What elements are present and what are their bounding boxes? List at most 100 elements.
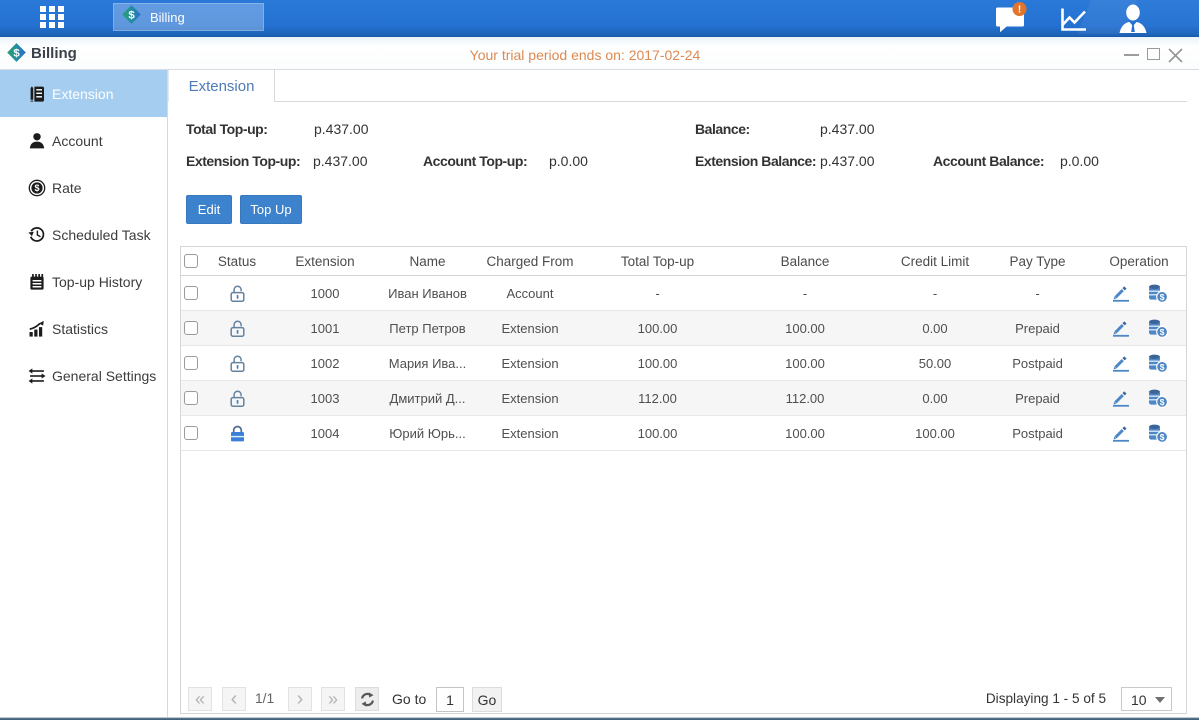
extension-topup-label: Extension Top-up: bbox=[186, 153, 300, 169]
billing-app-icon: $ bbox=[6, 42, 27, 68]
account-balance-value: p.0.00 bbox=[1060, 153, 1099, 169]
tab-extension[interactable]: Extension bbox=[168, 70, 275, 102]
edit-button[interactable]: Edit bbox=[186, 195, 232, 224]
user-account-icon[interactable] bbox=[1115, 0, 1151, 37]
window-titlebar: $ Billing Your trial period ends on: 201… bbox=[0, 37, 1199, 70]
row-checkbox[interactable] bbox=[184, 426, 198, 440]
general-settings-icon bbox=[28, 367, 46, 385]
sidebar-item-general-settings[interactable]: General Settings bbox=[0, 352, 167, 399]
extension-topup-value: p.437.00 bbox=[313, 153, 368, 169]
last-page-button[interactable]: » bbox=[321, 687, 345, 711]
dropdown-arrow-icon bbox=[1155, 697, 1165, 703]
cell-total-topup: - bbox=[585, 286, 730, 301]
taskbar-item-label: Billing bbox=[150, 10, 185, 25]
cell-checkbox bbox=[181, 286, 204, 300]
sidebar-item-account[interactable]: Account bbox=[0, 117, 167, 164]
prev-page-button[interactable]: ‹ bbox=[222, 687, 246, 711]
cell-charged-from: Extension bbox=[475, 356, 585, 371]
topup-row-icon[interactable]: $ bbox=[1147, 353, 1167, 373]
edit-row-icon[interactable] bbox=[1112, 283, 1132, 303]
col-charged-from[interactable]: Charged From bbox=[475, 254, 585, 269]
row-checkbox[interactable] bbox=[184, 321, 198, 335]
cell-extension: 1002 bbox=[270, 356, 380, 371]
edit-row-icon[interactable] bbox=[1112, 353, 1132, 373]
next-page-button[interactable]: › bbox=[288, 687, 312, 711]
status-unlocked-icon bbox=[229, 284, 246, 299]
close-button[interactable] bbox=[1165, 37, 1187, 70]
sidebar-item-topup-history[interactable]: Top-up History bbox=[0, 258, 167, 305]
paging-toolbar: « ‹ 1/1 › » Go to Go Displaying 1 - 5 of… bbox=[181, 683, 1186, 713]
cell-status bbox=[204, 319, 270, 338]
select-all-checkbox[interactable] bbox=[184, 254, 198, 268]
cell-name: Юрий Юрь... bbox=[380, 426, 475, 441]
go-button[interactable]: Go bbox=[472, 687, 502, 712]
sidebar-item-rate[interactable]: $ Rate bbox=[0, 164, 167, 211]
topup-history-icon bbox=[28, 273, 46, 291]
cell-pay-type: Postpaid bbox=[990, 356, 1085, 371]
cell-pay-type: - bbox=[990, 286, 1085, 301]
cell-status bbox=[204, 389, 270, 408]
topup-row-icon[interactable]: $ bbox=[1147, 318, 1167, 338]
resource-monitor-icon[interactable] bbox=[1056, 0, 1092, 37]
edit-row-icon[interactable] bbox=[1112, 318, 1132, 338]
minimize-button[interactable] bbox=[1113, 37, 1135, 70]
cell-balance: 100.00 bbox=[730, 426, 880, 441]
svg-text:$: $ bbox=[1159, 397, 1164, 407]
cell-balance: 112.00 bbox=[730, 391, 880, 406]
edit-row-icon[interactable] bbox=[1112, 388, 1132, 408]
sidebar-item-statistics[interactable]: Statistics bbox=[0, 305, 167, 352]
cell-name: Мария Ива... bbox=[380, 356, 475, 371]
cell-extension: 1004 bbox=[270, 426, 380, 441]
cell-operation: $ bbox=[1085, 423, 1186, 443]
account-topup-label: Account Top-up: bbox=[423, 153, 527, 169]
table-row[interactable]: 1003 Дмитрий Д... Extension 112.00 112.0… bbox=[181, 381, 1186, 416]
edit-row-icon[interactable] bbox=[1112, 423, 1132, 443]
col-credit-limit[interactable]: Credit Limit bbox=[880, 254, 990, 269]
app-launcher-icon[interactable] bbox=[40, 6, 64, 28]
table-row[interactable]: 1004 Юрий Юрь... Extension 100.00 100.00… bbox=[181, 416, 1186, 451]
window-title: Billing bbox=[31, 45, 77, 62]
first-page-button[interactable]: « bbox=[188, 687, 212, 711]
col-total-topup[interactable]: Total Top-up bbox=[585, 254, 730, 269]
col-pay-type[interactable]: Pay Type bbox=[990, 254, 1085, 269]
cell-charged-from: Extension bbox=[475, 321, 585, 336]
row-checkbox[interactable] bbox=[184, 356, 198, 370]
extension-icon bbox=[28, 85, 46, 103]
trial-notice: Your trial period ends on: 2017-02-24 bbox=[470, 47, 701, 63]
cell-total-topup: 112.00 bbox=[585, 391, 730, 406]
col-name[interactable]: Name bbox=[380, 254, 475, 269]
cell-credit-limit: 100.00 bbox=[880, 426, 990, 441]
cell-extension: 1001 bbox=[270, 321, 380, 336]
col-status[interactable]: Status bbox=[204, 254, 270, 269]
cell-total-topup: 100.00 bbox=[585, 356, 730, 371]
notifications-icon[interactable]: ! bbox=[993, 0, 1029, 37]
svg-text:$: $ bbox=[1159, 292, 1164, 302]
taskbar-item-billing[interactable]: $ Billing bbox=[113, 3, 264, 31]
col-balance[interactable]: Balance bbox=[730, 254, 880, 269]
col-operation[interactable]: Operation bbox=[1085, 254, 1186, 269]
row-checkbox[interactable] bbox=[184, 391, 198, 405]
table-row[interactable]: 1001 Петр Петров Extension 100.00 100.00… bbox=[181, 311, 1186, 346]
cell-status bbox=[204, 354, 270, 373]
page-size-select[interactable]: 10 bbox=[1121, 687, 1172, 711]
refresh-button[interactable] bbox=[355, 687, 379, 711]
topup-row-icon[interactable]: $ bbox=[1147, 283, 1167, 303]
topup-button[interactable]: Top Up bbox=[240, 195, 302, 224]
col-extension[interactable]: Extension bbox=[270, 254, 380, 269]
sidebar-item-extension[interactable]: Extension bbox=[0, 70, 167, 117]
statistics-icon bbox=[28, 320, 46, 338]
table-row[interactable]: 1000 Иван Иванов Account - - - - $ bbox=[181, 276, 1186, 311]
row-checkbox[interactable] bbox=[184, 286, 198, 300]
maximize-button[interactable] bbox=[1139, 37, 1161, 70]
goto-page-input[interactable] bbox=[436, 687, 464, 712]
svg-text:$: $ bbox=[13, 47, 20, 59]
total-topup-label: Total Top-up: bbox=[186, 121, 268, 137]
sidebar-item-scheduled-task[interactable]: Scheduled Task bbox=[0, 211, 167, 258]
cell-operation: $ bbox=[1085, 283, 1186, 303]
table-row[interactable]: 1002 Мария Ива... Extension 100.00 100.0… bbox=[181, 346, 1186, 381]
cell-total-topup: 100.00 bbox=[585, 321, 730, 336]
scheduled-task-icon bbox=[28, 226, 46, 244]
topup-row-icon[interactable]: $ bbox=[1147, 423, 1167, 443]
topup-row-icon[interactable]: $ bbox=[1147, 388, 1167, 408]
cell-pay-type: Prepaid bbox=[990, 391, 1085, 406]
